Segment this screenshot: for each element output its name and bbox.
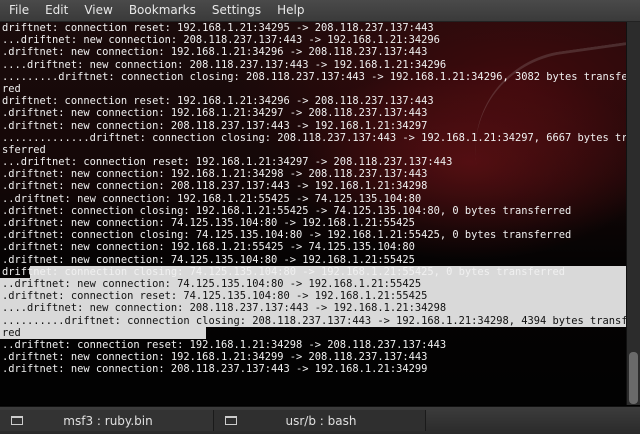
- terminal-line: ..............driftnet: connection closi…: [2, 131, 626, 144]
- terminal-line: .driftnet: connection closing: 74.125.13…: [2, 229, 572, 242]
- terminal-line: red: [2, 82, 21, 95]
- terminal-line: .........driftnet: connection closing: 2…: [2, 70, 626, 83]
- terminal-line-selected: ....driftnet: new connection: 208.118.23…: [0, 302, 626, 315]
- terminal-line: sferred: [2, 143, 46, 156]
- terminal-line: driftnet: connection reset: 192.168.1.21…: [2, 22, 434, 34]
- tab-bash[interactable]: usr/b : bash: [214, 410, 426, 431]
- terminal-line: .driftnet: new connection: 192.168.1.21:…: [2, 107, 428, 120]
- terminal-icon: [225, 416, 237, 425]
- tab-label: usr/b : bash: [285, 413, 357, 428]
- terminal-output[interactable]: driftnet: connection reset: 192.168.1.21…: [0, 22, 626, 405]
- session-tab-bar: msf3 : ruby.bin usr/b : bash: [0, 406, 640, 434]
- menu-file[interactable]: File: [0, 0, 37, 21]
- terminal-line-selected: .driftnet: connection reset: 74.125.135.…: [0, 290, 626, 303]
- terminal-icon: [11, 416, 23, 425]
- menu-view[interactable]: View: [76, 0, 120, 21]
- terminal-line: ..driftnet: new connection: 192.168.1.21…: [2, 192, 422, 205]
- menu-help[interactable]: Help: [269, 0, 312, 21]
- terminal-lines: driftnet: connection reset: 192.168.1.21…: [0, 22, 626, 375]
- terminal-line: ...driftnet: new connection: 208.118.237…: [2, 34, 440, 47]
- tab-msf3[interactable]: msf3 : ruby.bin: [0, 410, 214, 431]
- terminal-line: .driftnet: new connection: 192.168.1.21:…: [2, 168, 428, 181]
- terminal-line-selected: ..driftnet: new connection: 74.125.135.1…: [0, 277, 626, 291]
- terminal-line: .driftnet: new connection: 208.118.237.1…: [2, 363, 428, 376]
- terminal-line: .driftnet: new connection: 208.118.237.1…: [2, 119, 428, 132]
- terminal-line-selected: red: [0, 326, 626, 339]
- terminal-line: .driftnet: new connection: 208.118.237.1…: [2, 180, 428, 193]
- terminal-line: driftnet: connection reset: 192.168.1.21…: [2, 95, 434, 108]
- terminal-line-selected: ..........driftnet: connection closing: …: [0, 314, 626, 327]
- menu-edit[interactable]: Edit: [37, 0, 76, 21]
- terminal-line: .driftnet: new connection: 192.168.1.21:…: [2, 46, 428, 59]
- terminal-line: ..driftnet: connection reset: 192.168.1.…: [2, 338, 447, 351]
- terminal-line: .driftnet: new connection: 74.125.135.10…: [2, 253, 415, 266]
- terminal-line: .driftnet: new connection: 192.168.1.21:…: [2, 351, 428, 364]
- terminal-line: ....driftnet: new connection: 208.118.23…: [2, 58, 447, 71]
- menu-settings[interactable]: Settings: [204, 0, 269, 21]
- terminal-line: .driftnet: new connection: 74.125.135.10…: [2, 217, 415, 229]
- menu-bar: File Edit View Bookmarks Settings Help: [0, 0, 640, 22]
- terminal-line-selected: driftnet: connection closing: 74.125.135…: [0, 265, 626, 278]
- tab-label: msf3 : ruby.bin: [63, 413, 153, 428]
- menu-bookmarks[interactable]: Bookmarks: [121, 0, 204, 21]
- scrollbar-thumb[interactable]: [629, 352, 638, 404]
- terminal-line: .driftnet: connection closing: 192.168.1…: [2, 204, 572, 217]
- terminal-line: ...driftnet: connection reset: 192.168.1…: [2, 156, 453, 169]
- terminal-line: .driftnet: new connection: 192.168.1.21:…: [2, 241, 415, 254]
- terminal-scrollbar[interactable]: [626, 22, 640, 405]
